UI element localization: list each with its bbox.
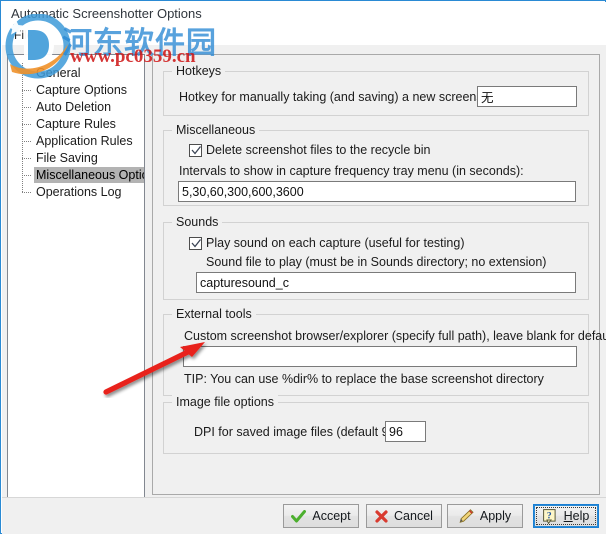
play-sound-checkbox-label: Play sound on each capture (useful for t… [206, 236, 465, 250]
sidebar-item-label: Auto Deletion [36, 100, 112, 114]
sidebar-item-label: Application Rules [36, 134, 133, 148]
hotkey-input[interactable] [477, 86, 577, 107]
group-legend-miscellaneous: Miscellaneous [172, 123, 260, 137]
menu-bar: File [2, 25, 606, 45]
sidebar-item-label: General [36, 66, 81, 80]
play-sound-checkbox[interactable] [189, 237, 202, 250]
x-icon [375, 509, 388, 523]
group-sounds: Sounds Play sound on each capture (usefu… [163, 215, 589, 300]
tree-branch-icon [22, 175, 31, 176]
cancel-button[interactable]: Cancel [366, 504, 442, 528]
settings-content-panel: Hotkeys Hotkey for manually taking (and … [152, 54, 606, 495]
tree-branch-icon [22, 192, 31, 193]
tree-branch-icon [22, 90, 31, 91]
custom-browser-label: Custom screenshot browser/explorer (spec… [184, 329, 606, 343]
intervals-input[interactable] [178, 181, 576, 202]
cancel-button-label: Cancel [394, 509, 433, 523]
group-miscellaneous: Miscellaneous Delete screenshot files to… [163, 123, 589, 206]
title-bar: Automatic Screenshotter Options [2, 2, 606, 25]
sidebar-item-label: Capture Options [36, 83, 128, 97]
settings-tree[interactable]: General Capture Options Auto Deletion Ca… [7, 54, 145, 527]
question-icon: ? [542, 508, 556, 524]
group-legend-sounds: Sounds [172, 215, 223, 229]
tree-branch-icon [22, 73, 31, 74]
sound-file-label: Sound file to play (must be in Sounds di… [206, 255, 547, 269]
pencil-icon [459, 509, 474, 523]
hotkey-label: Hotkey for manually taking (and saving) … [179, 90, 504, 104]
group-external-tools: External tools Custom screenshot browser… [163, 307, 606, 396]
accept-button-label: Accept [312, 509, 351, 523]
window-title: Automatic Screenshotter Options [11, 6, 202, 21]
sidebar-item-label: Miscellaneous Options [34, 167, 144, 183]
group-hotkeys: Hotkeys Hotkey for manually taking (and … [163, 64, 589, 116]
custom-browser-input[interactable] [183, 346, 577, 367]
tree-branch-icon [22, 107, 31, 108]
help-button-label: Help [563, 509, 590, 523]
check-icon [191, 146, 202, 155]
group-image-file-options: Image file options DPI for saved image f… [163, 395, 589, 454]
recycle-bin-checkbox-label: Delete screenshot files to the recycle b… [206, 143, 431, 157]
tree-trunk-line [22, 63, 23, 192]
dialog-button-bar: Accept Cancel Apply ? Help [2, 497, 606, 534]
tree-branch-icon [22, 141, 31, 142]
check-icon [191, 239, 202, 248]
accept-button[interactable]: Accept [283, 504, 359, 528]
sidebar-item-label: Capture Rules [36, 117, 116, 131]
group-legend-image-file-options: Image file options [172, 395, 278, 409]
recycle-bin-checkbox[interactable] [189, 144, 202, 157]
tree-branch-icon [22, 124, 31, 125]
dpi-label: DPI for saved image files (default 96): [194, 425, 404, 439]
client-area: General Capture Options Auto Deletion Ca… [2, 45, 606, 533]
apply-button-label: Apply [479, 509, 512, 523]
check-icon [291, 509, 307, 522]
apply-button[interactable]: Apply [447, 504, 523, 528]
external-tools-tip: TIP: You can use %dir% to replace the ba… [184, 372, 544, 386]
sound-file-input[interactable] [196, 272, 576, 293]
options-window: Automatic Screenshotter Options File Gen… [0, 0, 606, 534]
tree-branch-icon [22, 158, 31, 159]
sidebar-item-label: File Saving [36, 151, 98, 165]
group-legend-external-tools: External tools [172, 307, 256, 321]
help-button[interactable]: ? Help [533, 504, 599, 528]
dpi-input[interactable] [385, 421, 426, 442]
intervals-label: Intervals to show in capture frequency t… [179, 164, 524, 178]
menu-item-file[interactable]: File [9, 27, 38, 43]
group-legend-hotkeys: Hotkeys [172, 64, 226, 78]
sidebar-item-label: Operations Log [36, 185, 122, 199]
svg-text:?: ? [547, 511, 552, 521]
